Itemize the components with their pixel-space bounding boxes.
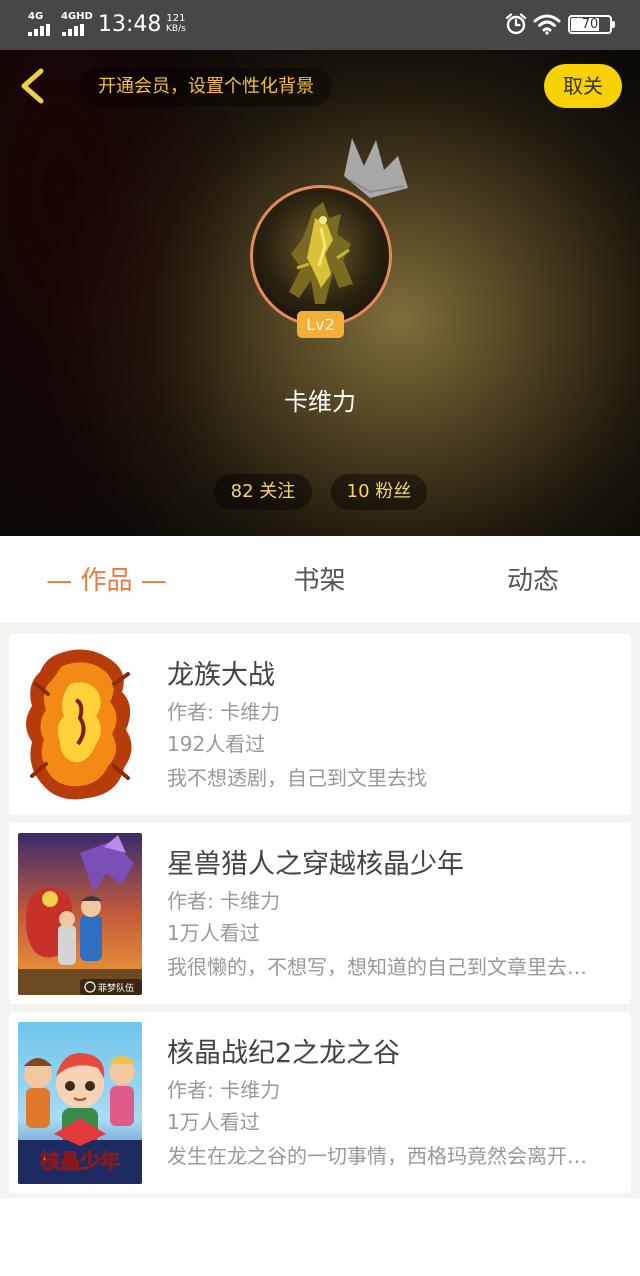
sim2-label: 4GHD <box>61 11 93 22</box>
avatar-image <box>289 202 353 304</box>
battery-level: 70 <box>581 17 599 32</box>
followers-count-button[interactable]: 10 粉丝 <box>331 474 427 510</box>
work-cover: 菲梦队伍 <box>18 833 142 995</box>
tab-bookshelf[interactable]: 书架 <box>213 536 426 622</box>
vip-background-promo[interactable]: 开通会员，设置个性化背景 <box>80 68 332 106</box>
wifi-icon <box>533 14 561 35</box>
work-author: 作者: 卡维力 <box>167 889 281 913</box>
profile-header: 开通会员，设置个性化背景 取关 Lv2 卡维力 82 关注 10 粉丝 <box>0 50 640 536</box>
network-speed: 121 KB/s <box>166 13 186 35</box>
work-card[interactable]: 核晶少年 核晶战纪2之龙之谷 作者: 卡维力 1万人看过 发生在龙之谷的一切事情… <box>9 1012 631 1193</box>
signal-icon <box>62 24 86 36</box>
work-title: 龙族大战 <box>167 660 275 691</box>
work-views: 1万人看过 <box>167 921 260 945</box>
tab-activity[interactable]: 动态 <box>426 536 640 622</box>
unfollow-button[interactable]: 取关 <box>544 64 622 108</box>
following-count-button[interactable]: 82 关注 <box>214 474 312 510</box>
level-badge: Lv2 <box>297 311 344 338</box>
work-card[interactable]: 菲梦队伍 星兽猎人之穿越核晶少年 作者: 卡维力 1万人看过 我很懒的，不想写，… <box>9 823 631 1004</box>
work-views: 1万人看过 <box>167 1110 260 1134</box>
network-speed-value: 121 <box>166 13 186 24</box>
work-description: 发生在龙之谷的一切事情，西格玛竟然会离开大家 <box>167 1144 599 1168</box>
cover-caption: 核晶少年 <box>40 1149 120 1173</box>
avatar[interactable] <box>250 185 392 327</box>
work-card[interactable]: 龙族大战 作者: 卡维力 192人看过 我不想透剧，自己到文里去找 <box>9 634 631 815</box>
tab-works[interactable]: — 作品 — <box>0 536 213 622</box>
alarm-icon <box>505 13 527 35</box>
cover-caption: 菲梦队伍 <box>98 982 134 994</box>
clock: 13:48 <box>98 12 162 37</box>
work-views: 192人看过 <box>167 732 266 756</box>
fire-dragon-cover-image <box>18 644 142 806</box>
divider <box>0 622 640 632</box>
work-description: 我很懒的，不想写，想知道的自己到文章里去看吧 <box>167 955 599 979</box>
work-author: 作者: 卡维力 <box>167 700 281 724</box>
core-crystal-cover-image: 核晶少年 <box>18 1022 142 1184</box>
battery-icon: 70 <box>568 15 612 34</box>
work-description: 我不想透剧，自己到文里去找 <box>167 766 427 790</box>
work-title: 星兽猎人之穿越核晶少年 <box>167 849 464 880</box>
back-arrow-icon[interactable] <box>14 66 54 106</box>
sim1-label: 4G <box>28 11 44 22</box>
battery-tip <box>612 21 615 28</box>
work-cover <box>18 644 142 806</box>
work-title: 核晶战纪2之龙之谷 <box>167 1038 401 1069</box>
beast-hunter-cover-image: 菲梦队伍 <box>18 833 142 995</box>
status-bar: 4G 4GHD 13:48 121 KB/s 70 <box>0 0 640 50</box>
profile-tabs: — 作品 — 书架 动态 <box>0 536 640 622</box>
work-author: 作者: 卡维力 <box>167 1078 281 1102</box>
username: 卡维力 <box>284 388 356 416</box>
works-list: 龙族大战 作者: 卡维力 192人看过 我不想透剧，自己到文里去找 菲梦队伍 星… <box>0 632 640 1198</box>
signal-icon <box>28 24 52 36</box>
network-speed-unit: KB/s <box>166 24 186 34</box>
work-cover: 核晶少年 <box>18 1022 142 1184</box>
